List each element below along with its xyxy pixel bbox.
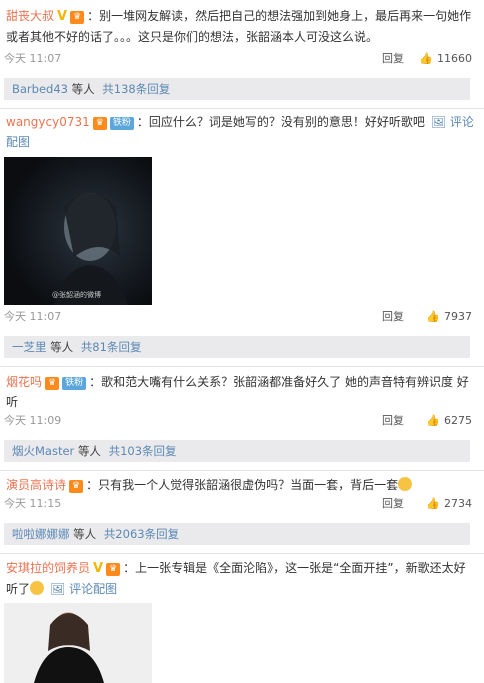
level-crown-icon: ♛ [106,563,121,576]
comment-time: 今天 11:09 [4,414,62,427]
reply-count-link[interactable]: 共138条回复 [102,82,170,96]
comment-meta-3: 今天 11:09 回复 👍 6275 [0,412,484,430]
thumbs-up-icon: 👍 [426,497,440,510]
reply-button[interactable]: 回复 [382,308,404,326]
level-crown-icon: ♛ [92,117,107,130]
thumbs-up-icon: 👍 [426,414,440,427]
vip-badge-icon: V [93,561,104,576]
level-crown-icon: ♛ [70,11,85,24]
comment-1: 甜丧大叔 V ♛ ：别一堆网友解读，然后把自己的想法强加到她身上，最后再来一句她作或者… [0,6,484,47]
comment-text-5: 安琪拉的饲养员 V ♛ ：上一张专辑是《全面沦陷》，这一张是“全面开挂”，新歌还太好听… [6,561,466,596]
like-count: 7937 [444,310,472,323]
reply-summary-bar[interactable]: 一芝里 等人 共81条回复 [4,336,470,358]
divider [0,470,484,471]
like-button[interactable]: 👍 2734 [426,495,472,513]
like-count: 11660 [437,52,472,65]
comment-username[interactable]: 烟花吗 [6,375,42,389]
laughing-emoji-icon [30,581,45,595]
reply-button[interactable]: 回复 [382,495,404,513]
reply-mid-text: 等人 [71,82,95,96]
comment-5: 安琪拉的饲养员 V ♛ ：上一张专辑是《全面沦陷》，这一张是“全面开挂”，新歌还太好听… [0,558,484,599]
reply-summary-bar[interactable]: 啦啦娜娜娜 等人 共2063条回复 [4,523,470,545]
comment-time: 今天 11:15 [4,497,62,510]
comment-text-4: 演员高诗诗 ♛ ：只有我一个人觉得张韶涵很虚伪吗？当面一套，背后一套 [0,475,484,495]
comment-username[interactable]: 甜丧大叔 [6,9,54,23]
comment-3: 烟花吗 ♛ 铁粉 ：歌和范大嘴有什么关系？张韶涵都准备好久了 她的声音特有辨识度 好听 [0,372,484,412]
fan-badge: 铁粉 [62,377,87,390]
comment-username[interactable]: 安琪拉的饲养员 [6,561,90,575]
thumbs-up-icon: 👍 [426,310,440,323]
reply-button[interactable]: 回复 [382,412,404,430]
comment-image-woman-in-black[interactable] [4,603,152,683]
comment-body: 回应什么？词是她写的？没有别的意思！好好听歌吧 [148,115,425,129]
smirk-emoji-icon [398,477,413,491]
reply-username[interactable]: 烟火Master [12,444,74,458]
comment-meta-4: 今天 11:15 回复 👍 2734 [0,495,484,513]
fan-badge: 铁粉 [109,117,134,130]
divider [0,366,484,367]
comment-2: wangycy0731 ♛ 铁粉 ：回应什么？词是她写的？没有别的意思！好好听歌吧 🖼 … [0,112,484,152]
like-button[interactable]: 👍 6275 [426,412,472,430]
reply-mid-text: 等人 [73,527,97,541]
vip-badge-icon: V [57,9,68,24]
like-button[interactable]: 👍 7937 [426,308,472,326]
comment-time: 今天 11:07 [4,310,62,323]
image-link[interactable]: 🖼 评论配图 [50,582,117,596]
divider [0,553,484,554]
comment-meta-2: 今天 11:07 回复 👍 7937 [0,308,484,326]
reply-summary-bar[interactable]: Barbed43 等人 共138条回复 [4,78,470,100]
level-crown-icon: ♛ [45,377,60,390]
reply-mid-text: 等人 [77,444,101,458]
comment-text-1: 甜丧大叔 V ♛ ：别一堆网友解读，然后把自己的想法强加到她身上，最后再来一句她作或者… [6,9,472,44]
reply-mid-text: 等人 [50,340,74,354]
image-caption: @张韶涵的微博 [52,290,101,299]
reply-count-link[interactable]: 共2063条回复 [104,527,179,541]
like-count: 6275 [444,414,472,427]
like-count: 2734 [444,497,472,510]
picture-icon: 🖼 [50,582,66,596]
reply-count-link[interactable]: 共81条回复 [81,340,142,354]
comment-text-2: wangycy0731 ♛ 铁粉 ：回应什么？词是她写的？没有别的意思！好好听歌吧 🖼 … [6,115,474,149]
level-crown-icon: ♛ [69,480,84,493]
reply-count-link[interactable]: 共103条回复 [109,444,177,458]
reply-summary-bar[interactable]: 烟火Master 等人 共103条回复 [4,440,470,462]
reply-username[interactable]: Barbed43 [12,82,68,96]
picture-icon: 🖼 [430,115,447,129]
like-button[interactable]: 👍 11660 [419,50,472,68]
comment-time: 今天 11:07 [4,52,62,65]
reply-username[interactable]: 一芝里 [12,340,47,354]
comment-body: 只有我一个人觉得张韶涵很虚伪吗？当面一套，背后一套 [98,478,399,492]
thumbs-up-icon: 👍 [419,52,433,65]
comment-text-3: 烟花吗 ♛ 铁粉 ：歌和范大嘴有什么关系？张韶涵都准备好久了 她的声音特有辨识度 好听 [6,375,469,409]
reply-username[interactable]: 啦啦娜娜娜 [12,527,70,541]
comment-image-portrait[interactable]: @张韶涵的微博 [4,157,152,305]
reply-button[interactable]: 回复 [382,50,404,68]
comment-meta-1: 今天 11:07 回复 👍 11660 [0,50,484,68]
divider [0,108,484,109]
comment-username[interactable]: wangycy0731 [6,115,90,129]
comment-4: 演员高诗诗 ♛ ：只有我一个人觉得张韶涵很虚伪吗？当面一套，背后一套 [0,475,484,495]
comment-username[interactable]: 演员高诗诗 [6,478,66,492]
